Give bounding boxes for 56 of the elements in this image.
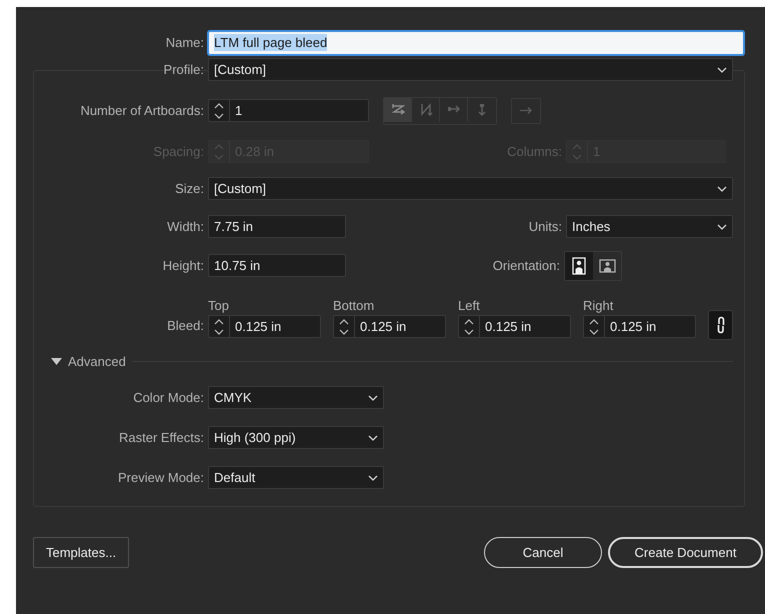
column-heading: Bottom [333, 298, 374, 315]
dropdown[interactable]: [Custom] [208, 177, 733, 200]
chevron-down-icon [717, 66, 727, 72]
field-label: Bleed: [166, 317, 205, 335]
column-heading: Top [208, 298, 229, 315]
templates-button[interactable]: Templates... [33, 537, 130, 568]
number-field[interactable]: 0.125 in [208, 315, 321, 338]
column-heading: Left [458, 298, 480, 315]
number-field[interactable]: 0.125 in [583, 315, 696, 338]
field-label: Height: [162, 258, 205, 273]
disclosure-toggle[interactable]: Advanced [51, 354, 126, 369]
chevron-down-icon [717, 224, 727, 230]
chevron-down-icon [368, 394, 378, 400]
stepper-arrows-icon [214, 318, 224, 336]
stepper-arrows-icon [339, 318, 349, 336]
text-field[interactable]: LTM full page bleed [208, 30, 744, 54]
chevron-down-icon [368, 474, 378, 480]
field-label: Name: [164, 35, 205, 50]
field-label: Number of Artboards: [79, 103, 205, 118]
field-label: Raster Effects: [118, 430, 205, 445]
field-label: Size: [174, 181, 205, 196]
cancel-button[interactable]: Cancel [484, 537, 602, 568]
chevron-down-icon [368, 434, 378, 440]
stepper-arrows-icon [464, 318, 474, 336]
number-field[interactable]: 0.125 in [333, 315, 446, 338]
dropdown[interactable]: CMYK [208, 386, 384, 409]
field-label: Preview Mode: [117, 470, 205, 485]
number-field[interactable]: 1 [208, 99, 369, 122]
stepper-arrows-icon [589, 318, 599, 336]
dropdown[interactable]: Inches [566, 215, 733, 238]
stepper-arrows-icon [214, 142, 224, 160]
chain-link-icon [716, 316, 726, 334]
triangle-down-icon [51, 358, 62, 365]
landscape-figure-icon [598, 258, 616, 272]
field-label: Color Mode: [132, 390, 205, 405]
field-label: Orientation: [492, 258, 561, 273]
number-field[interactable]: 0.125 in [458, 315, 571, 338]
link-toggle-button[interactable] [708, 310, 733, 340]
dropdown[interactable]: [Custom] [208, 58, 733, 81]
field-label: Profile: [162, 62, 205, 77]
text-field[interactable]: 7.75 in [208, 215, 346, 238]
zigzag-arrow-icon [390, 103, 404, 116]
column-heading: Right [583, 298, 614, 315]
text-field[interactable]: 10.75 in [208, 254, 346, 277]
direction-button[interactable] [511, 98, 541, 124]
create-button[interactable]: Create Document [608, 537, 763, 568]
orientation-button[interactable] [565, 252, 593, 280]
portrait-figure-icon [572, 256, 586, 274]
stepper-arrows-icon [572, 142, 582, 160]
dropdown[interactable]: High (300 ppi) [208, 426, 384, 449]
stepper-arrows-icon [214, 102, 224, 120]
dropdown[interactable]: Default [208, 466, 384, 489]
field-label: Units: [528, 219, 563, 234]
field-label: Width: [166, 219, 205, 234]
chevron-down-icon [717, 186, 727, 192]
zigzag-arrow-icon [418, 103, 432, 116]
